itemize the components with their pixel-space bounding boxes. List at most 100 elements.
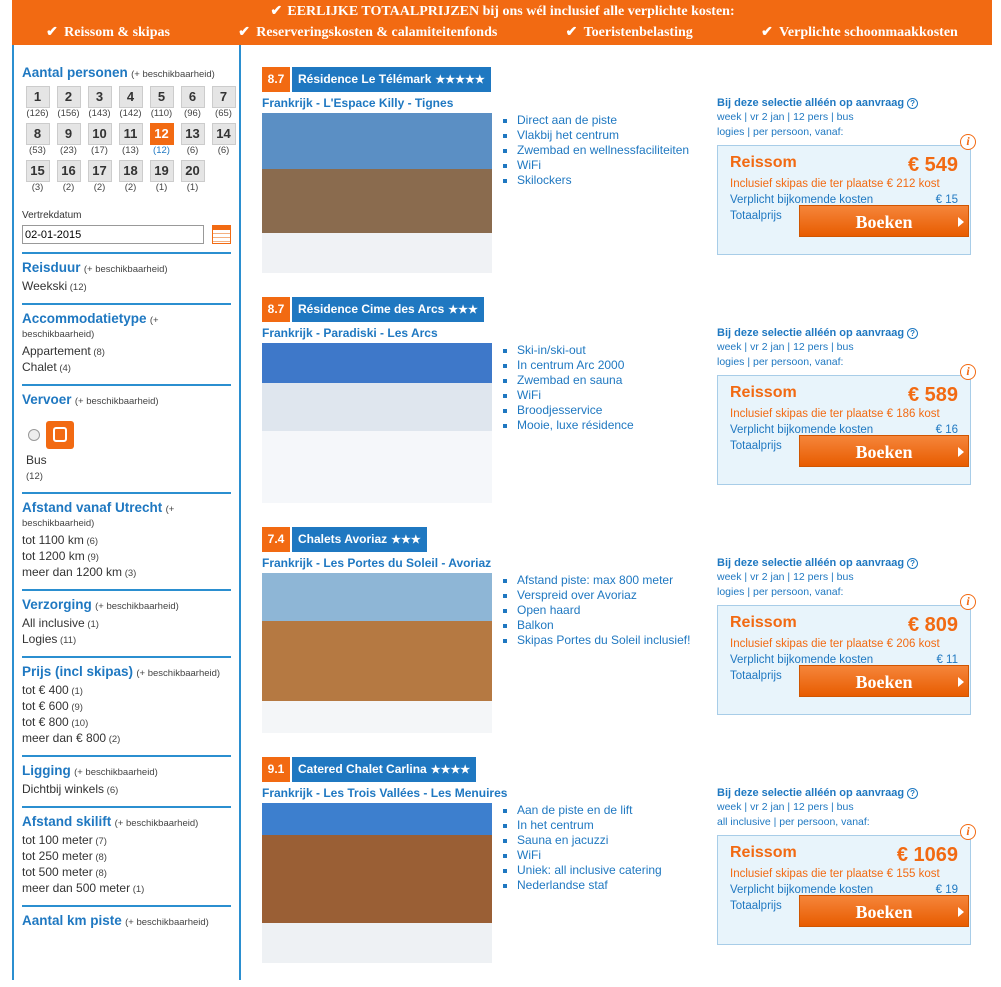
persons-option[interactable]: 2 (156) bbox=[53, 86, 84, 120]
persons-option[interactable]: 14 (6) bbox=[208, 123, 239, 157]
persons-option[interactable]: 16 (2) bbox=[53, 160, 84, 194]
persons-option[interactable]: 6 (96) bbox=[177, 86, 208, 120]
filter-option[interactable]: tot € 800 (10) bbox=[22, 715, 231, 731]
book-button[interactable]: Boeken bbox=[799, 665, 969, 697]
meta-line: week | vr 2 jan | 12 pers | bus bbox=[717, 111, 854, 123]
persons-option[interactable]: 10 (17) bbox=[84, 123, 115, 157]
question-icon[interactable]: ? bbox=[907, 788, 919, 799]
result-card: 8.7 Résidence Cime des Arcs ★★★ Frankrijk … bbox=[262, 297, 987, 527]
question-icon[interactable]: ? bbox=[907, 98, 919, 109]
persons-number[interactable]: 18 bbox=[118, 160, 143, 182]
filter-option-label: meer dan 1200 km bbox=[22, 565, 123, 579]
filter-option[interactable]: Weekski (12) bbox=[22, 279, 231, 295]
persons-option[interactable]: 12 (12) bbox=[146, 123, 177, 157]
total-label: Totaalprijs bbox=[730, 210, 782, 222]
persons-option[interactable]: 19 (1) bbox=[146, 160, 177, 194]
persons-number[interactable]: 12 bbox=[149, 123, 174, 145]
filter-duration: Reisduur (+ beschikbaarheid) Weekski (12) bbox=[22, 252, 231, 305]
filter-option[interactable]: tot 250 meter (8) bbox=[22, 849, 231, 865]
persons-option[interactable]: 5 (110) bbox=[146, 86, 177, 120]
persons-number[interactable]: 16 bbox=[56, 160, 81, 182]
persons-option[interactable]: 4 (142) bbox=[115, 86, 146, 120]
filter-option[interactable]: tot 1100 km (6) bbox=[22, 533, 231, 549]
filter-option[interactable]: tot € 600 (9) bbox=[22, 699, 231, 715]
persons-option[interactable]: 20 (1) bbox=[177, 160, 208, 194]
filter-option[interactable]: meer dan 500 meter (1) bbox=[22, 881, 231, 897]
persons-option[interactable]: 1 (126) bbox=[22, 86, 53, 120]
filter-option-label: Dichtbij winkels bbox=[22, 782, 105, 796]
filter-option[interactable]: meer dan 1200 km (3) bbox=[22, 565, 231, 581]
persons-number[interactable]: 19 bbox=[149, 160, 174, 182]
filter-option-label: Logies bbox=[22, 632, 58, 646]
info-icon[interactable]: i bbox=[960, 594, 976, 610]
filter-option[interactable]: tot 1200 km (9) bbox=[22, 549, 231, 565]
book-button[interactable]: Boeken bbox=[799, 205, 969, 237]
reissom-price: € 1069 bbox=[896, 844, 958, 866]
persons-number[interactable]: 4 bbox=[118, 86, 143, 108]
filter-option-label: tot 1200 km bbox=[22, 549, 85, 563]
persons-number[interactable]: 8 bbox=[25, 123, 50, 145]
feature-item: Vlakbij het centrum bbox=[503, 128, 689, 143]
filter-option[interactable]: Logies (11) bbox=[22, 632, 231, 648]
persons-number[interactable]: 13 bbox=[180, 123, 205, 145]
persons-number[interactable]: 1 bbox=[25, 86, 50, 108]
persons-number[interactable]: 6 bbox=[180, 86, 205, 108]
accommodation-photo[interactable] bbox=[262, 803, 492, 963]
persons-option[interactable]: 18 (2) bbox=[115, 160, 146, 194]
question-icon[interactable]: ? bbox=[907, 328, 919, 339]
persons-option[interactable]: 17 (2) bbox=[84, 160, 115, 194]
bus-radio[interactable] bbox=[28, 429, 40, 441]
filter-option[interactable]: tot € 400 (1) bbox=[22, 683, 231, 699]
info-icon[interactable]: i bbox=[960, 134, 976, 150]
persons-option[interactable]: 3 (143) bbox=[84, 86, 115, 120]
persons-number[interactable]: 5 bbox=[149, 86, 174, 108]
accommodation-photo[interactable] bbox=[262, 113, 492, 273]
persons-number[interactable]: 10 bbox=[87, 123, 112, 145]
feature-list: Ski-in/ski-out In centrum Arc 2000 Zwembad… bbox=[503, 343, 634, 433]
persons-number[interactable]: 7 bbox=[211, 86, 236, 108]
accommodation-title[interactable]: Résidence Cime des Arcs ★★★ bbox=[292, 297, 484, 322]
persons-option[interactable]: 11 (13) bbox=[115, 123, 146, 157]
book-button[interactable]: Boeken bbox=[799, 895, 969, 927]
info-icon[interactable]: i bbox=[960, 824, 976, 840]
persons-number[interactable]: 20 bbox=[180, 160, 205, 182]
price-box: Bij deze selectie alléén op aanvraag? we… bbox=[717, 327, 987, 485]
check-icon: ✔ bbox=[565, 25, 578, 40]
accommodation-title[interactable]: Chalets Avoriaz ★★★ bbox=[292, 527, 427, 552]
filter-option-count: (12) bbox=[67, 282, 87, 293]
filter-option[interactable]: meer dan € 800 (2) bbox=[22, 731, 231, 747]
persons-number[interactable]: 15 bbox=[25, 160, 50, 182]
persons-option[interactable]: 9 (23) bbox=[53, 123, 84, 157]
accommodation-title[interactable]: Résidence Le Télémark ★★★★★ bbox=[292, 67, 491, 92]
accommodation-title[interactable]: Catered Chalet Carlina ★★★★ bbox=[292, 757, 477, 782]
filter-option[interactable]: All inclusive (1) bbox=[22, 616, 231, 632]
persons-number[interactable]: 17 bbox=[87, 160, 112, 182]
info-icon[interactable]: i bbox=[960, 364, 976, 380]
persons-number[interactable]: 11 bbox=[118, 123, 143, 145]
bus-icon[interactable] bbox=[46, 421, 74, 449]
persons-option[interactable]: 7 (65) bbox=[208, 86, 239, 120]
book-button[interactable]: Boeken bbox=[799, 435, 969, 467]
filter-option[interactable]: Chalet (4) bbox=[22, 360, 231, 376]
filter-option[interactable]: tot 500 meter (8) bbox=[22, 865, 231, 881]
filter-skilift: Afstand skilift (+ beschikbaarheid) tot 1… bbox=[22, 808, 231, 907]
check-icon: ✔ bbox=[238, 25, 250, 40]
persons-number[interactable]: 3 bbox=[87, 86, 112, 108]
question-icon[interactable]: ? bbox=[907, 558, 919, 569]
feature-item: In het centrum bbox=[503, 818, 662, 833]
filter-option[interactable]: Appartement (8) bbox=[22, 344, 231, 360]
reissom-price: € 809 bbox=[907, 614, 958, 636]
filter-option[interactable]: Dichtbij winkels (6) bbox=[22, 782, 231, 798]
persons-option[interactable]: 8 (53) bbox=[22, 123, 53, 157]
persons-option[interactable]: 13 (6) bbox=[177, 123, 208, 157]
feature-list: Aan de piste en de lift In het centrum Sau… bbox=[503, 803, 662, 893]
date-input[interactable] bbox=[22, 225, 204, 244]
persons-number[interactable]: 14 bbox=[211, 123, 236, 145]
persons-number[interactable]: 9 bbox=[56, 123, 81, 145]
filter-option[interactable]: tot 100 meter (7) bbox=[22, 833, 231, 849]
calendar-icon[interactable] bbox=[212, 225, 231, 244]
persons-number[interactable]: 2 bbox=[56, 86, 81, 108]
accommodation-photo[interactable] bbox=[262, 343, 492, 503]
accommodation-photo[interactable] bbox=[262, 573, 492, 733]
persons-option[interactable]: 15 (3) bbox=[22, 160, 53, 194]
